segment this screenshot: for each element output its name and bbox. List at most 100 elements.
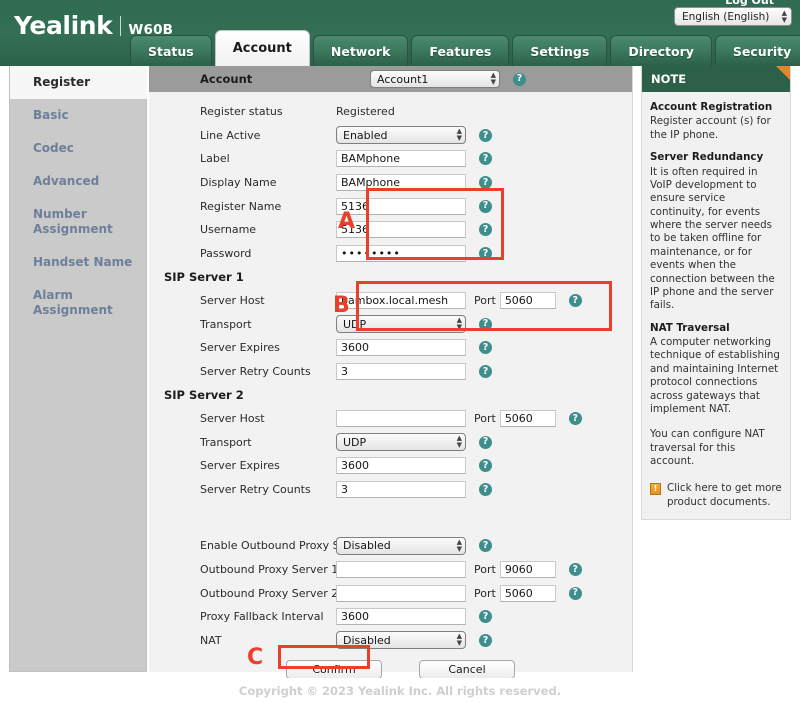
outbound-proxy-1-port-input[interactable]: 9060 bbox=[499, 560, 556, 578]
label-s2-port: Port bbox=[474, 412, 496, 426]
row-sip-server-2-group: SIP Server 2 bbox=[149, 383, 632, 407]
logout-link[interactable]: Log Out bbox=[725, 0, 774, 7]
label-display-name: Display Name bbox=[200, 176, 277, 190]
register-form-panel: Account Account1 ▲ ▼ ? Register status Re… bbox=[149, 66, 633, 679]
display-name-input[interactable]: BAMphone bbox=[336, 174, 466, 192]
tab-settings[interactable]: Settings bbox=[512, 35, 608, 66]
outbound-proxy-1-input[interactable] bbox=[336, 560, 466, 578]
s1-retry-counts-input[interactable]: 3 bbox=[336, 362, 466, 380]
row-s1-server-expires: Server Expires 3600 ? bbox=[149, 336, 632, 360]
help-icon-s2-retry-counts[interactable]: ? bbox=[479, 482, 492, 496]
help-icon-proxy-fallback-interval[interactable]: ? bbox=[479, 610, 492, 624]
outbound-proxy-2-port-input[interactable]: 5060 bbox=[499, 584, 556, 602]
sidebar-item-handset-name[interactable]: Handset Name bbox=[10, 246, 146, 279]
row-password: Password •••••••• ? bbox=[149, 242, 632, 266]
help-icon-outbound-proxy-1[interactable]: ? bbox=[568, 562, 582, 576]
proxy-fallback-interval-input[interactable]: 3600 bbox=[336, 608, 466, 626]
note-panel: NOTE Account Registration Register accou… bbox=[641, 66, 791, 521]
label-outbound-proxy-1: Outbound Proxy Server 1 bbox=[200, 562, 339, 576]
s2-port-input[interactable]: 5060 bbox=[499, 410, 556, 428]
label-password: Password bbox=[200, 246, 252, 260]
s1-server-expires-input[interactable]: 3600 bbox=[336, 339, 466, 357]
row-outbound-proxy-1: Outbound Proxy Server 1 Port 9060 ? bbox=[149, 558, 632, 582]
s1-port-input[interactable]: 5060 bbox=[499, 292, 556, 310]
sidebar-item-number-assignment[interactable]: Number Assignment bbox=[10, 198, 113, 246]
s1-server-host-input[interactable]: bambox.local.mesh bbox=[336, 292, 466, 310]
line-active-value: Enabled bbox=[343, 128, 388, 142]
help-icon-register-name[interactable]: ? bbox=[479, 199, 492, 213]
label-enable-outbound-proxy: Enable Outbound Proxy Server bbox=[200, 539, 369, 553]
help-icon-label[interactable]: ? bbox=[479, 152, 492, 166]
help-icon-s2-server-host[interactable]: ? bbox=[568, 412, 582, 426]
note-text-nat-configure: You can configure NAT traversal for this… bbox=[650, 428, 765, 467]
help-icon-s1-retry-counts[interactable]: ? bbox=[479, 364, 492, 378]
label-proxy-fallback-interval: Proxy Fallback Interval bbox=[200, 610, 324, 624]
main-tabs: Status Account Network Features Settings… bbox=[130, 30, 800, 66]
username-input[interactable]: 5136 bbox=[336, 221, 466, 239]
nat-select[interactable]: Disabled ▲ ▼ bbox=[336, 631, 466, 650]
cancel-button[interactable]: Cancel bbox=[419, 659, 515, 679]
help-icon-s1-server-host[interactable]: ? bbox=[568, 294, 582, 308]
help-icon-password[interactable]: ? bbox=[479, 246, 492, 260]
help-icon-username[interactable]: ? bbox=[479, 223, 492, 237]
tab-features[interactable]: Features bbox=[411, 35, 510, 66]
enable-outbound-proxy-select[interactable]: Disabled ▲ ▼ bbox=[336, 536, 466, 555]
help-icon-account[interactable]: ? bbox=[513, 72, 526, 86]
note-doc-link-text[interactable]: Click here to get more product documents… bbox=[667, 482, 782, 509]
tab-account[interactable]: Account bbox=[214, 30, 310, 66]
s2-retry-counts-input[interactable]: 3 bbox=[336, 480, 466, 498]
sidebar-item-codec[interactable]: Codec bbox=[10, 132, 146, 165]
sidebar-item-register[interactable]: Register bbox=[10, 66, 147, 99]
chevron-updown-icon: ▲ ▼ bbox=[781, 8, 787, 24]
chevron-updown-icon: ▲ ▼ bbox=[490, 71, 496, 86]
s1-transport-value: UDP bbox=[343, 317, 367, 331]
note-doc-link-row[interactable]: ! Click here to get more product documen… bbox=[650, 482, 782, 509]
chevron-updown-icon: ▲ ▼ bbox=[456, 434, 462, 450]
confirm-button[interactable]: Confirm bbox=[286, 659, 382, 679]
help-icon-enable-outbound-proxy[interactable]: ? bbox=[479, 539, 492, 553]
sidebar-item-alarm-assignment[interactable]: Alarm Assignment bbox=[10, 279, 146, 327]
tab-security[interactable]: Security bbox=[714, 35, 800, 66]
help-icon-display-name[interactable]: ? bbox=[479, 176, 492, 190]
tab-network[interactable]: Network bbox=[312, 35, 409, 66]
label-input[interactable]: BAMphone bbox=[336, 150, 466, 168]
row-username: Username 5136 ? bbox=[149, 218, 632, 242]
label-s2-transport: Transport bbox=[200, 435, 252, 449]
label-outbound-proxy-2: Outbound Proxy Server 2 bbox=[200, 586, 339, 600]
s2-transport-select[interactable]: UDP ▲ ▼ bbox=[336, 433, 466, 452]
s2-server-expires-input[interactable]: 3600 bbox=[336, 457, 466, 475]
help-icon-s2-transport[interactable]: ? bbox=[479, 435, 492, 449]
label-outbound-proxy-1-port: Port bbox=[474, 562, 496, 576]
account-header-bar: Account Account1 ▲ ▼ ? bbox=[149, 66, 632, 92]
row-s1-transport: Transport UDP ▲ ▼ ? bbox=[149, 312, 632, 336]
row-register-status: Register status Registered bbox=[149, 100, 632, 124]
group-label-sip-server-2: SIP Server 2 bbox=[164, 387, 244, 402]
note-heading-account-registration: Account Registration bbox=[650, 101, 773, 113]
account-select-value: Account1 bbox=[377, 72, 429, 86]
tab-directory[interactable]: Directory bbox=[610, 35, 712, 66]
s2-server-host-input[interactable] bbox=[336, 410, 466, 428]
row-s2-server-host: Server Host Port 5060 ? bbox=[149, 407, 632, 431]
register-name-input[interactable]: 5136 bbox=[336, 197, 466, 215]
help-icon-outbound-proxy-2[interactable]: ? bbox=[568, 586, 582, 600]
tab-status[interactable]: Status bbox=[130, 35, 212, 66]
help-icon-nat[interactable]: ? bbox=[479, 633, 492, 647]
sidebar-item-advanced[interactable]: Advanced bbox=[10, 165, 146, 198]
note-text-nat-traversal: A computer networking technique of estab… bbox=[650, 336, 780, 415]
sidebar-item-basic[interactable]: Basic bbox=[10, 99, 146, 132]
help-icon-line-active[interactable]: ? bbox=[479, 128, 492, 142]
line-active-select[interactable]: Enabled ▲ ▼ bbox=[336, 126, 466, 145]
help-icon-s1-transport[interactable]: ? bbox=[479, 317, 492, 331]
password-input[interactable]: •••••••• bbox=[336, 244, 466, 262]
help-icon-s1-server-expires[interactable]: ? bbox=[479, 341, 492, 355]
note-panel-body: Account Registration Register account (s… bbox=[642, 92, 790, 519]
outbound-proxy-2-input[interactable] bbox=[336, 584, 466, 602]
account-bar-label: Account bbox=[200, 72, 253, 86]
language-select[interactable]: English (English) ▲ ▼ bbox=[674, 7, 792, 26]
help-icon-s2-server-expires[interactable]: ? bbox=[479, 459, 492, 473]
s1-transport-select[interactable]: UDP ▲ ▼ bbox=[336, 315, 466, 334]
account-select[interactable]: Account1 ▲ ▼ bbox=[370, 70, 500, 88]
label-register-name: Register Name bbox=[200, 199, 282, 213]
note-text-server-redundancy: It is often required in VoIP development… bbox=[650, 165, 775, 312]
row-s1-server-host: Server Host bambox.local.mesh Port 5060 … bbox=[149, 289, 632, 313]
